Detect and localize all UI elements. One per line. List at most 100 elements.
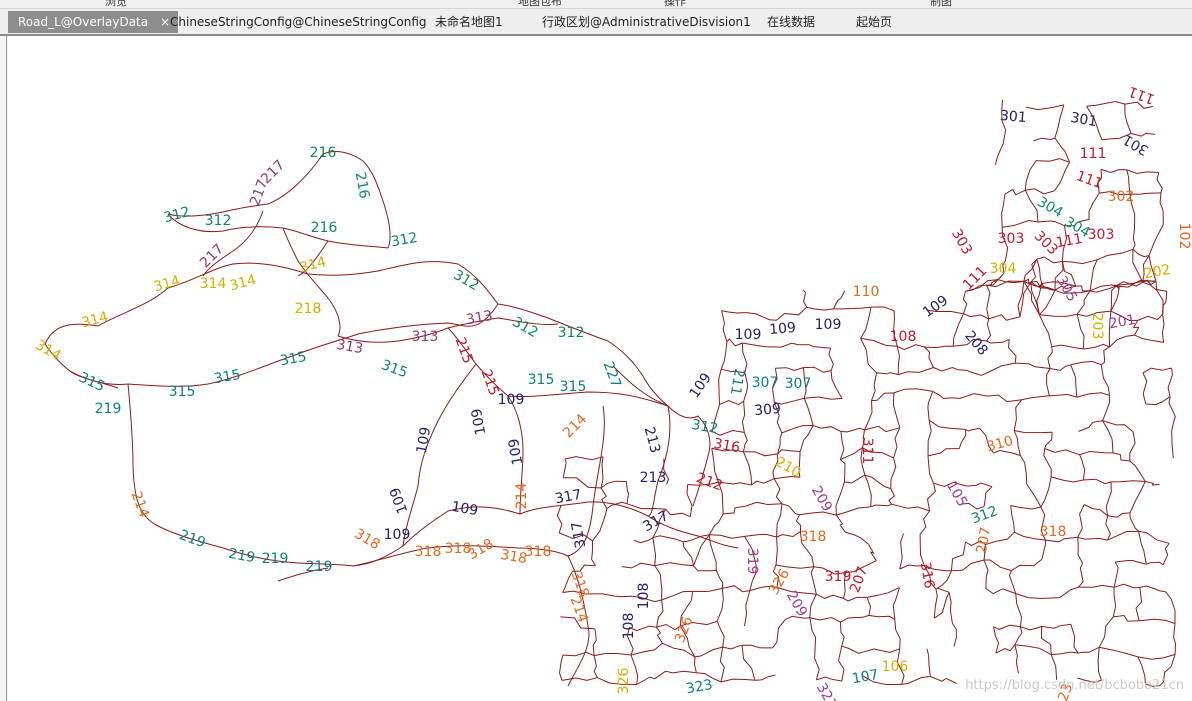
road-segment <box>722 644 743 650</box>
road-number-label: 312 <box>450 267 481 294</box>
road-segment <box>1161 314 1165 343</box>
road-segment <box>1019 281 1032 317</box>
road-segment <box>1001 194 1006 228</box>
road-number-label: 214 <box>128 489 152 520</box>
road-segment <box>828 347 834 371</box>
road-number-label: 312 <box>558 325 585 341</box>
road-segment <box>1077 536 1108 541</box>
road-segment <box>775 536 778 566</box>
road-segment <box>1097 647 1102 681</box>
tab-untitled-map[interactable]: 未命名地图1 <box>435 11 503 33</box>
road-number-label: 111 <box>1080 146 1107 162</box>
road-segment <box>1100 168 1127 174</box>
road-segment <box>1040 476 1052 508</box>
road-segment <box>919 534 925 566</box>
road-segment <box>1159 192 1164 225</box>
road-segment <box>682 541 694 566</box>
road-number-label: 102 <box>1176 223 1192 250</box>
road-segment <box>924 346 934 368</box>
road-segment <box>1083 478 1112 485</box>
road-number-label: 304 <box>990 261 1017 277</box>
road-segment <box>1146 561 1164 566</box>
road-segment <box>723 505 746 515</box>
close-icon[interactable]: × <box>160 15 170 29</box>
road-number-label: 311 <box>859 438 875 465</box>
road-segment <box>1051 651 1079 656</box>
road-segment <box>1113 583 1140 589</box>
road-number-label: 111 <box>960 263 990 293</box>
road-segment <box>1015 362 1051 369</box>
road-segment <box>1039 289 1056 316</box>
road-segment <box>835 481 845 516</box>
road-segment <box>1098 616 1114 648</box>
road-segment <box>1077 504 1085 538</box>
road-segment <box>840 614 870 623</box>
road-number-label: 219 <box>306 559 333 575</box>
road-number-label: 314 <box>200 276 227 292</box>
road-segment <box>1079 450 1114 456</box>
road-number-label: 312 <box>205 213 232 229</box>
road-number-label: 208 <box>961 328 990 359</box>
road-segment <box>402 363 477 547</box>
road-segment <box>1025 104 1065 111</box>
road-segment <box>1107 530 1139 541</box>
road-number-label: 216 <box>310 145 337 161</box>
road-segment <box>1105 481 1112 516</box>
tab-online-data[interactable]: 在线数据 <box>767 11 815 33</box>
road-number-label: 109 <box>506 437 526 466</box>
road-segment <box>896 344 925 351</box>
road-segment <box>1007 339 1017 364</box>
road-number-label: 317 <box>569 520 589 549</box>
road-segment <box>694 646 723 658</box>
road-segment <box>1014 644 1052 656</box>
road-segment <box>993 624 1021 630</box>
road-segment <box>1112 452 1130 462</box>
menu-item-operate[interactable]: 操作 <box>664 0 686 8</box>
road-number-label: 318 <box>800 529 827 545</box>
road-segment <box>841 645 865 654</box>
road-segment <box>1078 420 1103 432</box>
road-segment <box>654 562 694 567</box>
road-segment <box>1015 593 1050 599</box>
road-segment <box>1113 561 1119 588</box>
tab-administrative-division[interactable]: 行政区划@AdministrativeDisvision1 <box>542 11 751 33</box>
road-number-label: 314 <box>152 273 182 295</box>
road-segment <box>592 508 608 542</box>
road-segment <box>1043 448 1052 477</box>
road-number-label: 315 <box>213 367 242 387</box>
road-number-label: 303 <box>948 226 975 257</box>
road-segment <box>843 596 868 602</box>
road-segment <box>868 614 896 620</box>
road-segment <box>1025 188 1055 195</box>
menu-item-draw[interactable]: 制图 <box>930 0 952 8</box>
road-number-label: 109 <box>687 370 715 401</box>
road-segment <box>1077 646 1100 654</box>
road-number-label: 313 <box>412 329 439 345</box>
road-segment <box>621 562 655 569</box>
road-segment <box>594 653 632 657</box>
road-segment <box>1070 364 1078 398</box>
road-segment <box>652 537 657 566</box>
road-segment <box>930 676 957 684</box>
road-segment <box>776 503 783 538</box>
road-map-canvas[interactable]: 216217217 216312 312 216312217 3143143143143… <box>8 36 1192 701</box>
road-segment <box>1076 314 1085 350</box>
road-number-label: 109 <box>735 327 762 343</box>
road-segment <box>981 362 1016 376</box>
menu-item-map-layout[interactable]: 地图包布 <box>518 0 562 8</box>
tab-road-layer[interactable]: Road_L@OverlayData × <box>8 11 179 33</box>
road-segment <box>927 391 934 421</box>
menu-item-browse[interactable]: 浏览 <box>105 0 127 8</box>
road-segment <box>927 420 932 456</box>
road-number-label: 319 <box>825 569 852 585</box>
road-segment <box>845 531 869 545</box>
tab-start-page[interactable]: 起始页 <box>856 11 892 33</box>
road-segment <box>1099 646 1139 658</box>
road-number-label: 108 <box>621 613 637 640</box>
road-number-label: 318 <box>415 544 442 560</box>
road-number-label: 317 <box>554 487 583 507</box>
tab-chinese-string-config[interactable]: ChineseStringConfig@ChineseStringConfig <box>170 11 427 33</box>
road-segment <box>1089 259 1098 291</box>
road-number-label: 316 <box>917 561 937 590</box>
watermark: https://blog.csdn.net/bcbobo21cn <box>965 678 1184 693</box>
